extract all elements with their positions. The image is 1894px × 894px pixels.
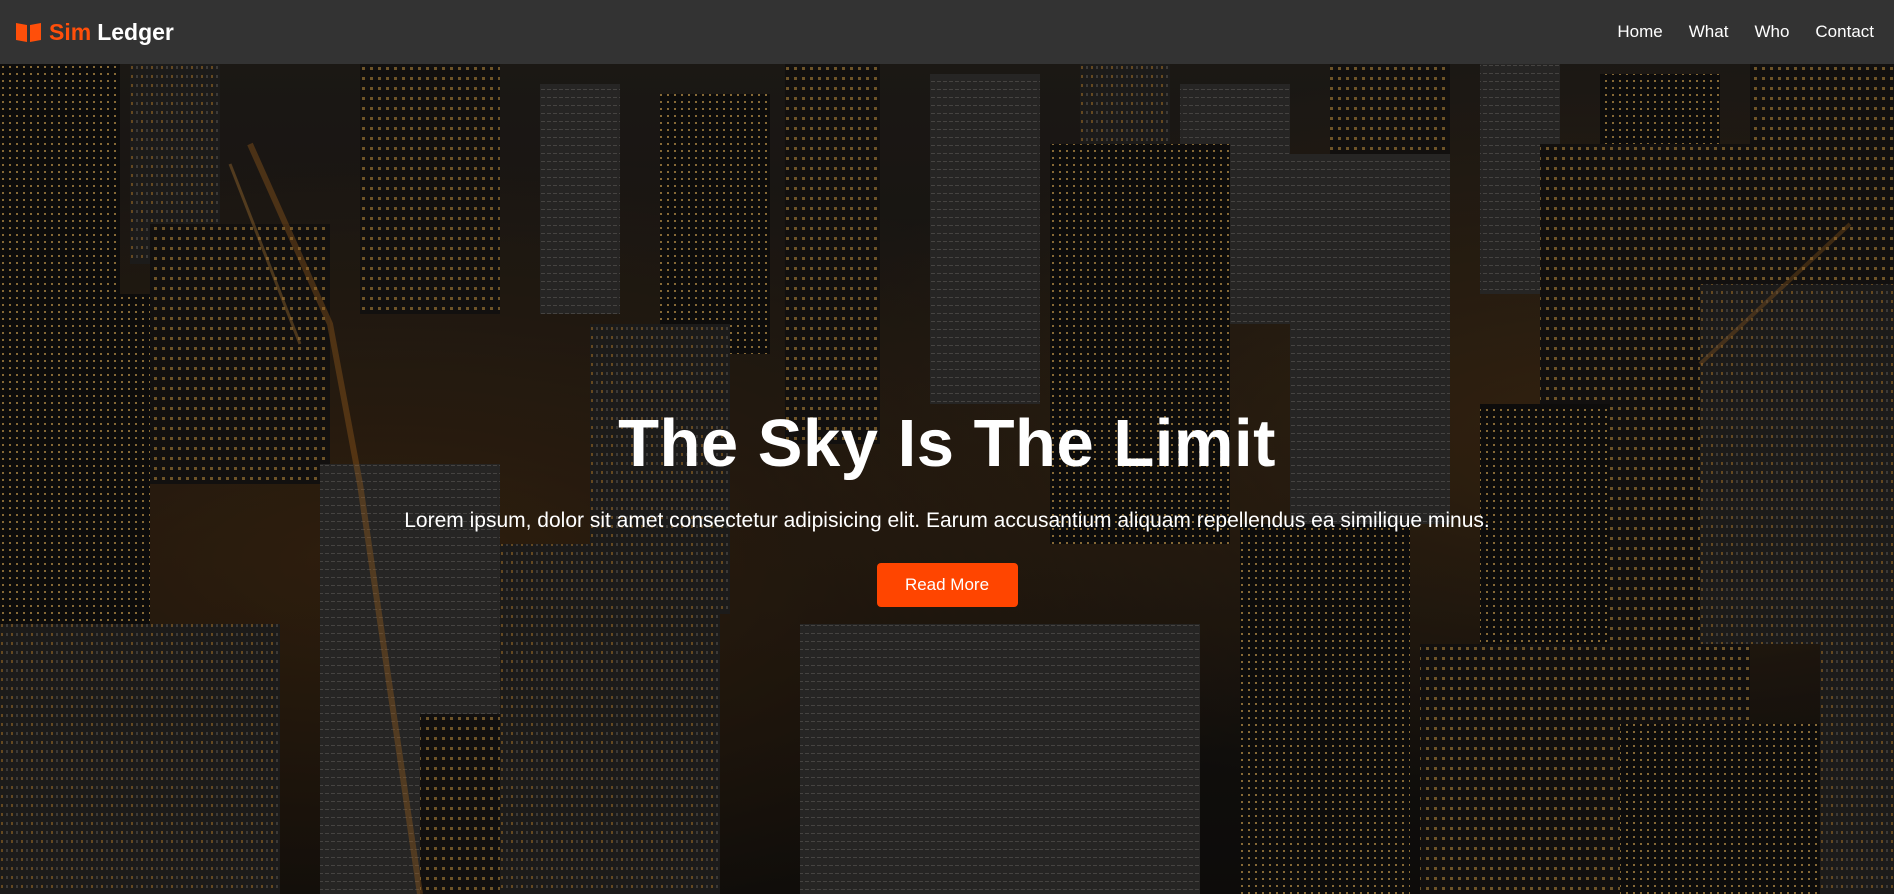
navbar: Sim Ledger Home What Who Contact	[0, 0, 1894, 64]
nav-link-what[interactable]: What	[1676, 22, 1742, 42]
book-icon	[16, 23, 41, 42]
nav-link-contact[interactable]: Contact	[1802, 22, 1874, 42]
hero-text: Lorem ipsum, dolor sit amet consectetur …	[404, 509, 1490, 532]
hero-title: The Sky Is The Limit	[618, 406, 1276, 481]
hero-content: The Sky Is The Limit Lorem ipsum, dolor …	[0, 64, 1894, 894]
brand-accent-text: Sim	[49, 18, 92, 45]
read-more-button[interactable]: Read More	[876, 563, 1018, 607]
brand-text: Ledger	[97, 18, 174, 45]
nav-link-home[interactable]: Home	[1604, 22, 1675, 42]
nav-links: Home What Who Contact	[1604, 22, 1874, 42]
nav-link-who[interactable]: Who	[1741, 22, 1802, 42]
brand-logo[interactable]: Sim Ledger	[15, 19, 174, 46]
hero-section: The Sky Is The Limit Lorem ipsum, dolor …	[0, 64, 1894, 894]
